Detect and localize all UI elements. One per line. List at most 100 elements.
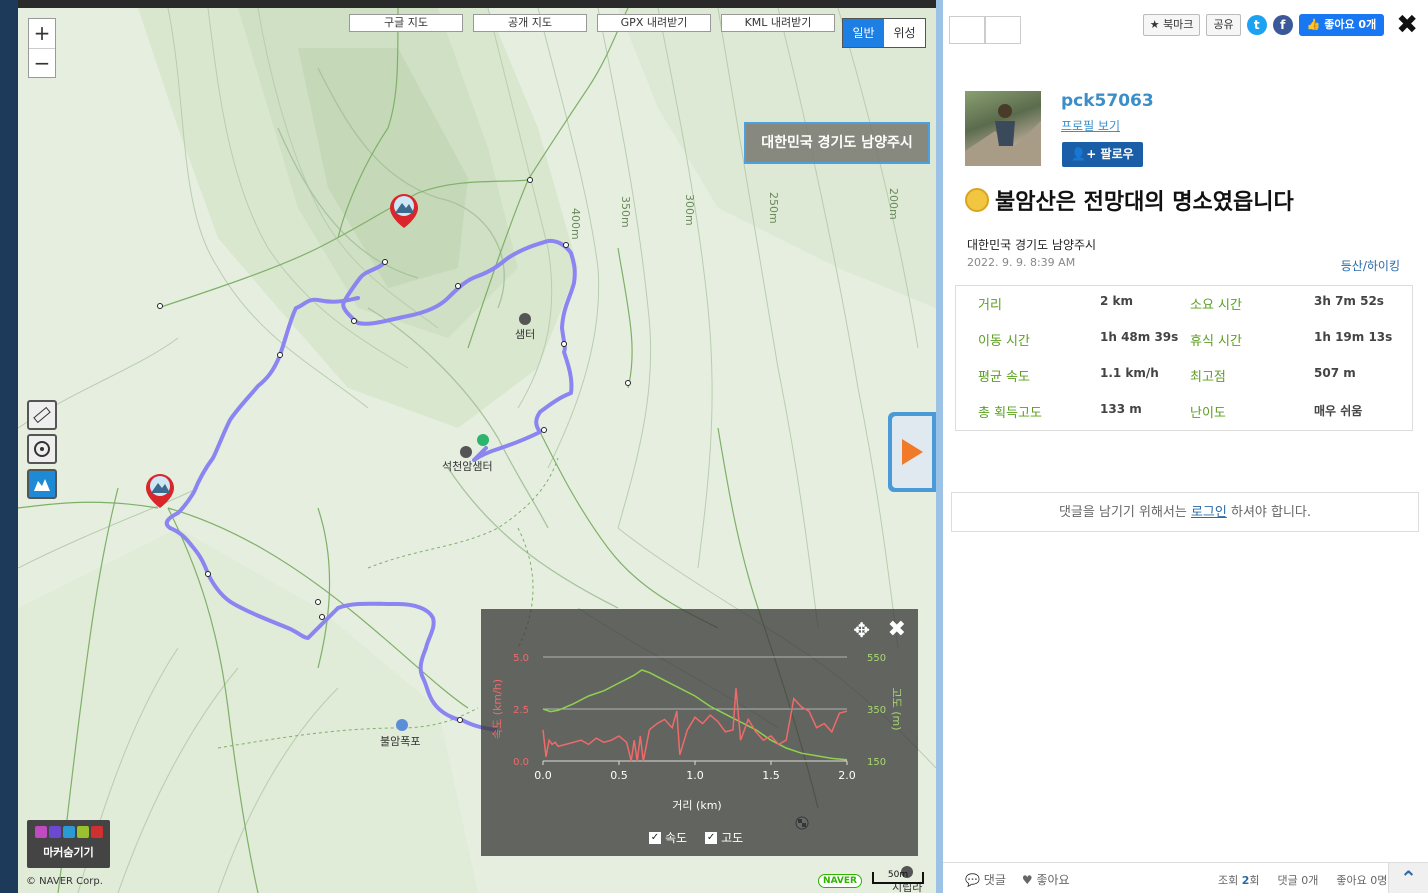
- right-tick-label: 550: [867, 653, 886, 664]
- kml-download-button[interactable]: KML 내려받기: [721, 14, 835, 32]
- marker-hide-button[interactable]: 마커숨기기: [27, 820, 110, 868]
- location-text: 대한민국 경기도 남양주시: [967, 238, 1097, 252]
- chart-close-button[interactable]: ✖: [888, 619, 906, 641]
- star-icon: ★: [1149, 18, 1160, 31]
- ruler-icon: [33, 406, 51, 424]
- right-tick-label: 150: [867, 757, 886, 768]
- views-label: 조회: [1218, 874, 1239, 887]
- stat-value: 507 m: [1314, 366, 1356, 380]
- contour-label-350: 350m: [619, 196, 632, 228]
- category-link[interactable]: 등산/하이킹: [1341, 257, 1400, 274]
- prev-button[interactable]: [949, 16, 985, 44]
- video-marker-icon: [48, 826, 61, 838]
- right-tick-label: 350: [867, 705, 886, 716]
- share-button[interactable]: 공유: [1206, 14, 1241, 36]
- x-tick-label: 1.5: [762, 769, 780, 782]
- elevation-toggle[interactable]: ✓ 고도: [705, 829, 743, 846]
- elevation-chart-panel: 0.0 2.5 5.0 150 350 550 0.0 0.5 1.0 1.5 2.0 거리 (km)…: [481, 609, 918, 856]
- contour-label-300: 300m: [683, 194, 696, 226]
- map-type-toggle: 일반 위성: [842, 18, 926, 48]
- footer-counts: 조회 2회 댓글 0개 좋아요 0명: [1218, 872, 1387, 888]
- panel-divider: [936, 0, 943, 893]
- bookmark-button[interactable]: ★ 북마크: [1142, 14, 1201, 36]
- likes-button[interactable]: ♥ 좋아요: [1022, 871, 1070, 888]
- comment-count: 댓글 0개: [1277, 874, 1319, 887]
- stat-label: 소요 시간: [1190, 298, 1242, 313]
- stat-label: 난이도: [1190, 406, 1226, 421]
- speed-checkbox[interactable]: ✓: [649, 831, 661, 844]
- measure-tape-icon: [34, 441, 50, 457]
- copyright: © NAVER Corp.: [26, 876, 103, 887]
- map-view[interactable]: 400m 350m 300m 250m 200m 샘터 석천암샘터 불암폭포 시…: [18, 8, 936, 893]
- marker-hide-label: 마커숨기기: [43, 846, 94, 859]
- login-link[interactable]: 로그인: [1191, 505, 1227, 520]
- stat-label: 최고점: [1190, 370, 1226, 385]
- map-type-satellite[interactable]: 위성: [884, 19, 925, 47]
- left-background: [0, 0, 18, 893]
- comment-prefix: 댓글을 남기기 위해서는: [1058, 505, 1191, 520]
- zoom-control: + −: [28, 18, 56, 78]
- stat-label: 평균 속도: [978, 370, 1030, 385]
- like-count: 좋아요 0명: [1336, 874, 1388, 887]
- elevation-checkbox[interactable]: ✓: [705, 831, 718, 844]
- gpx-download-button[interactable]: GPX 내려받기: [597, 14, 711, 32]
- profile-link[interactable]: 프로필 보기: [1061, 117, 1120, 134]
- elevation-tool-button[interactable]: [27, 469, 57, 499]
- start-flag-icon[interactable]: [477, 434, 489, 446]
- move-icon[interactable]: ✥: [853, 619, 870, 641]
- speed-toggle[interactable]: ✓ 속도: [649, 829, 687, 846]
- open-map-button[interactable]: 공개 지도: [473, 14, 587, 32]
- stat-value: 1h 48m 39s: [1100, 330, 1179, 344]
- spring-icon-seokcheon[interactable]: [460, 446, 472, 458]
- elevation-chart: 0.0 2.5 5.0 150 350 550 0.0 0.5 1.0 1.5 2.0 거리 (km)…: [491, 653, 903, 812]
- left-tick-label: 2.5: [513, 705, 529, 716]
- stat-label: 휴식 시간: [1190, 334, 1242, 349]
- chart-legend: ✓ 속도 ✓ 고도: [649, 829, 743, 846]
- zoom-out-button[interactable]: −: [29, 48, 55, 77]
- avatar[interactable]: [965, 91, 1041, 166]
- stats-row: 거리 2 km 소요 시간 3h 7m 52s: [956, 294, 1412, 330]
- ruler-tool-button[interactable]: [27, 400, 57, 430]
- expand-panel-button[interactable]: [888, 412, 936, 492]
- peak-marker-icon-2[interactable]: [146, 474, 174, 508]
- tape-tool-button[interactable]: [27, 434, 57, 464]
- page-title-row: 불암산은 전망대의 명소였읍니다: [965, 184, 1294, 216]
- facebook-like-button[interactable]: 👍 좋아요 0개: [1298, 14, 1385, 36]
- stat-value: 1.1 km/h: [1100, 366, 1159, 380]
- comment-icon: 💬: [965, 873, 980, 887]
- comments-button[interactable]: 💬 댓글: [965, 871, 1006, 888]
- x-tick-label: 0.0: [534, 769, 552, 782]
- likes-label: 좋아요: [1036, 873, 1070, 887]
- map-type-normal[interactable]: 일반: [843, 19, 884, 47]
- elevation-profile-icon: [34, 479, 50, 491]
- alert-marker-icon: [90, 826, 103, 838]
- google-map-button[interactable]: 구글 지도: [349, 14, 463, 32]
- next-button[interactable]: [985, 16, 1021, 44]
- expand-panel-inner: [892, 416, 932, 488]
- social-bar: ★ 북마크 공유 t f 👍 좋아요 0개 ✖: [1142, 12, 1418, 38]
- stat-label: 이동 시간: [978, 334, 1030, 349]
- datetime-text: 2022. 9. 9. 8:39 AM: [967, 256, 1076, 269]
- speed-series-line: [542, 688, 848, 762]
- close-panel-button[interactable]: ✖: [1396, 12, 1418, 38]
- follow-button[interactable]: 👤+ 팔로우: [1062, 142, 1143, 167]
- contour-label-200: 200m: [887, 188, 900, 220]
- spring-icon[interactable]: [519, 313, 531, 325]
- stats-row: 총 획득고도 133 m 난이도 매우 쉬움: [956, 402, 1412, 438]
- stat-value: 2 km: [1100, 294, 1134, 308]
- zoom-in-button[interactable]: +: [29, 19, 55, 48]
- username-link[interactable]: pck57063: [1061, 91, 1154, 111]
- left-axis-label: 속도 (km/h): [491, 679, 504, 739]
- view-count: 조회 2회: [1218, 872, 1260, 888]
- detail-panel: ★ 북마크 공유 t f 👍 좋아요 0개 ✖ pck57063 프로필 보기 …: [943, 0, 1428, 893]
- elevation-legend-label: 고도: [721, 831, 744, 845]
- info-marker-icon: [62, 826, 75, 838]
- speed-legend-label: 속도: [665, 831, 688, 845]
- twitter-icon[interactable]: t: [1246, 15, 1267, 35]
- scroll-top-button[interactable]: ⌃: [1388, 863, 1428, 893]
- bookmark-label: 북마크: [1163, 18, 1194, 31]
- fb-like-label: 좋아요 0개: [1324, 18, 1377, 31]
- facebook-icon[interactable]: f: [1272, 15, 1293, 35]
- footer-actions: 💬 댓글 ♥ 좋아요: [965, 871, 1070, 888]
- falls-icon[interactable]: [396, 719, 408, 731]
